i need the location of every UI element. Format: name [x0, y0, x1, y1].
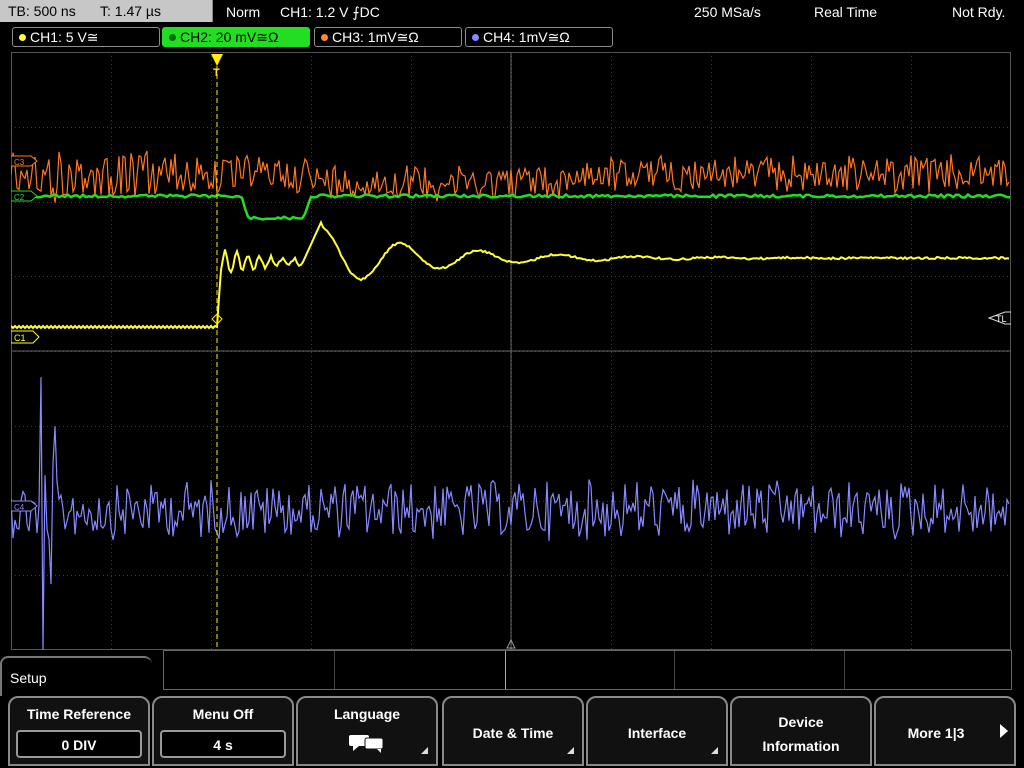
ch4-dot-icon — [472, 34, 479, 41]
channel-3-label: CH3: 1mV≅Ω — [332, 29, 419, 45]
horizontal-bar[interactable] — [163, 650, 1012, 690]
arrow-right-icon — [1000, 724, 1008, 738]
language-label: Language — [333, 706, 401, 722]
trigger-time-text: T: 1.47 µs — [100, 3, 161, 19]
channel-4-tab[interactable]: CH4: 1mV≅Ω — [465, 27, 613, 47]
channel-2-label: CH2: 20 mV≅Ω — [180, 29, 279, 45]
status-bar: TB: 500 ns T: 1.47 µs Norm CH1: 1.2 V ⨍D… — [0, 0, 1024, 24]
time-reference-softkey[interactable]: Time Reference 0 DIV — [8, 696, 150, 766]
menu-off-label: Menu Off — [192, 706, 254, 722]
sample-rate: 250 MSa/s — [694, 4, 761, 20]
more-label: More 1|3 — [907, 725, 965, 741]
device-information-line1: Device — [778, 714, 824, 730]
ch1-marker: C1 — [11, 330, 40, 344]
date-time-label: Date & Time — [472, 725, 554, 741]
language-softkey[interactable]: Language — [296, 696, 438, 766]
channel-3-tab[interactable]: CH3: 1mV≅Ω — [314, 27, 462, 47]
menu-off-value: 4 s — [160, 730, 286, 758]
ch1-marker-text: C1 — [14, 333, 26, 343]
channel-bar: CH1: 5 V≅ CH2: 20 mV≅Ω CH3: 1mV≅Ω CH4: 1… — [0, 26, 1024, 48]
more-softkey[interactable]: More 1|3 — [874, 696, 1016, 766]
timebase-box[interactable]: TB: 500 ns T: 1.47 µs — [0, 0, 213, 22]
channel-2-tab[interactable]: CH2: 20 mV≅Ω — [162, 27, 310, 47]
interface-label: Interface — [627, 725, 687, 741]
menu-title: Setup — [0, 656, 152, 696]
ch2-marker: C2 — [11, 190, 38, 202]
ch3-marker-text: C3 — [14, 158, 25, 167]
ch4-marker-text: C4 — [14, 503, 25, 512]
date-time-softkey[interactable]: Date & Time — [442, 696, 584, 766]
channel-1-label: CH1: 5 V≅ — [30, 29, 99, 45]
trigger-position-marker[interactable]: T — [211, 54, 223, 650]
ch1-dot-icon — [19, 34, 26, 41]
channel-4-label: CH4: 1mV≅Ω — [483, 29, 570, 45]
trigger-mode[interactable]: Norm — [226, 0, 260, 24]
ch2-marker-text: C2 — [14, 193, 25, 202]
submenu-indicator-icon — [421, 747, 428, 754]
ch4-marker: C4 — [11, 500, 38, 512]
ch2-dot-icon — [169, 34, 176, 41]
menu-title-text: Setup — [10, 670, 47, 686]
acquisition-mode: Real Time — [814, 4, 878, 20]
device-information-line2: Information — [762, 738, 840, 754]
submenu-indicator-icon — [567, 747, 574, 754]
trigger-level-marker[interactable]: TL — [987, 311, 1011, 325]
time-reference-label: Time Reference — [26, 706, 131, 722]
status-text: Not Rdy. — [952, 4, 1006, 20]
trigger-level-text: TL — [996, 314, 1007, 324]
ch3-dot-icon — [321, 34, 328, 41]
grid — [11, 52, 1011, 650]
device-information-softkey[interactable]: Device Information — [730, 696, 872, 766]
waveform-display[interactable]: C3 C2 C1 C4 TL T — [11, 52, 1011, 650]
channel-1-tab[interactable]: CH1: 5 V≅ — [12, 27, 160, 47]
submenu-indicator-icon — [711, 747, 718, 754]
interface-softkey[interactable]: Interface — [586, 696, 728, 766]
timebase-text: TB: 500 ns — [8, 3, 76, 19]
trigger-settings[interactable]: CH1: 1.2 V ⨍DC — [280, 0, 380, 24]
speech-bubbles-icon — [349, 735, 384, 753]
menu-off-softkey[interactable]: Menu Off 4 s — [152, 696, 294, 766]
time-reference-value: 0 DIV — [16, 730, 142, 758]
